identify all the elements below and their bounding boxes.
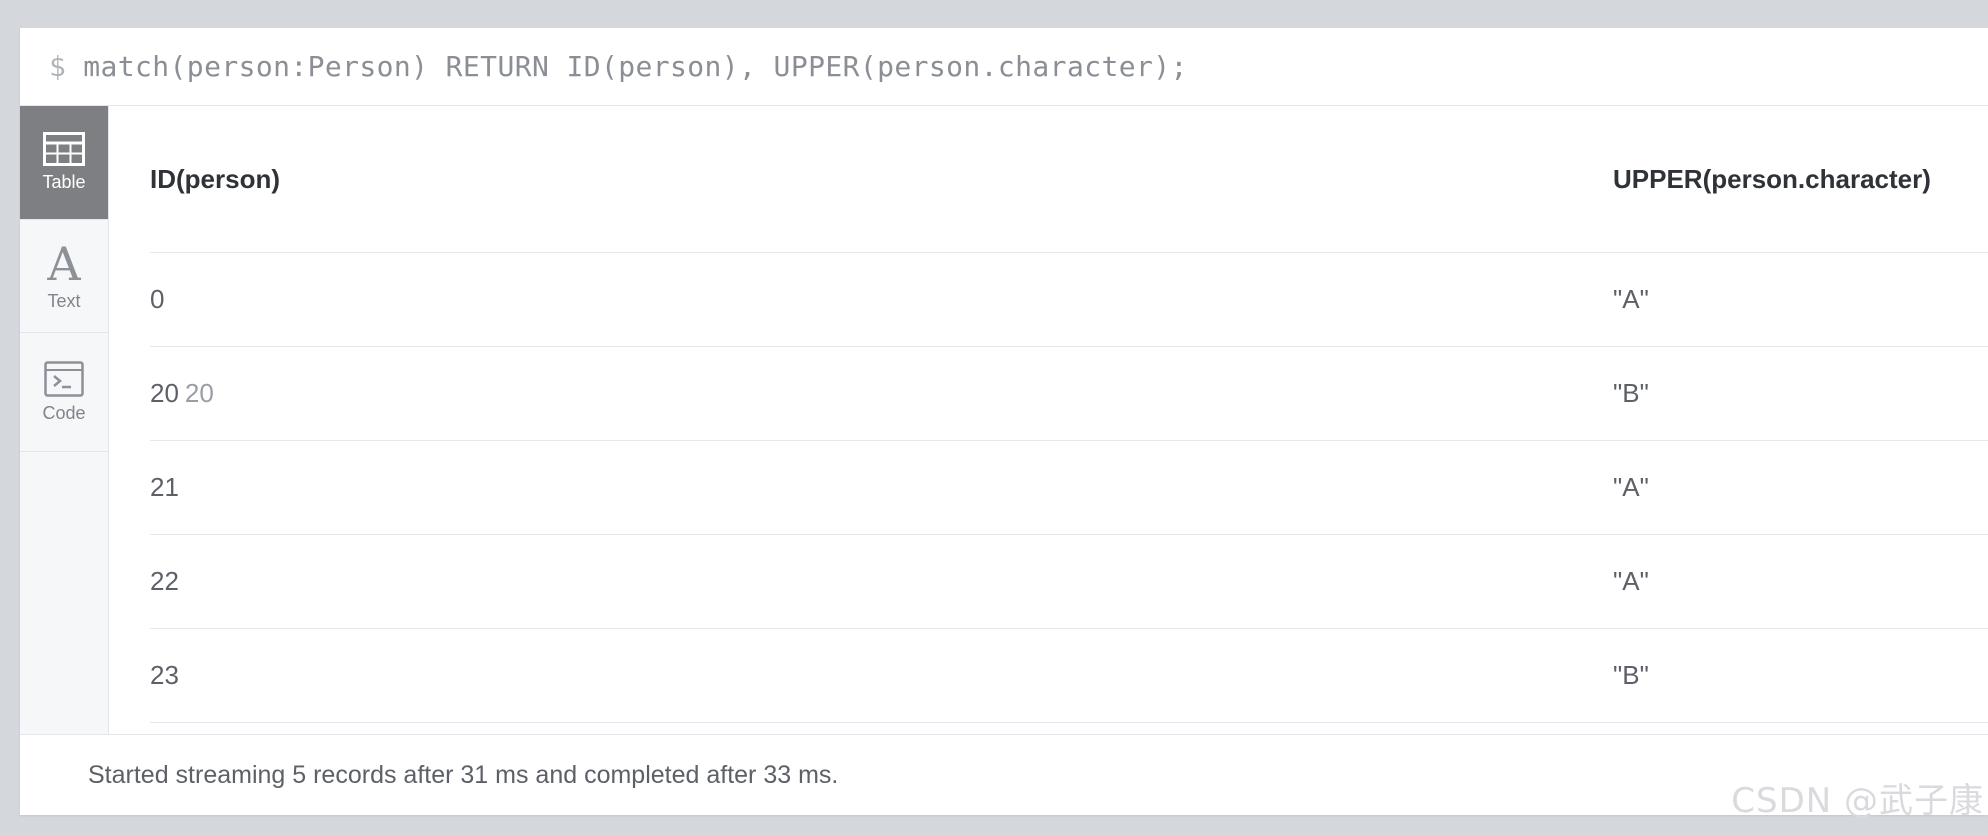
table-header: ID(person) UPPER(person.character) <box>150 106 1988 253</box>
cell-character: "A" <box>1613 566 1649 596</box>
code-icon <box>44 360 84 397</box>
table-row: 0 "A" <box>150 253 1988 347</box>
query-bar[interactable]: $ match(person:Person) RETURN ID(person)… <box>20 28 1988 106</box>
view-mode-sidebar: Table A Text Code <box>20 106 109 734</box>
table-row: 20 20 "B" <box>150 347 1988 441</box>
prompt-symbol: $ <box>49 50 67 83</box>
cell-character: "A" <box>1613 472 1649 502</box>
cell-id-value: 21 <box>150 472 179 502</box>
column-header-id[interactable]: ID(person) <box>150 164 280 195</box>
text-icon: A <box>47 236 81 291</box>
result-frame: $ match(person:Person) RETURN ID(person)… <box>20 28 1988 815</box>
table-row: 22 "A" <box>150 535 1988 629</box>
cell-id-value: 23 <box>150 660 179 690</box>
tab-text[interactable]: A Text <box>20 220 108 333</box>
status-bar: Started streaming 5 records after 31 ms … <box>20 734 1988 815</box>
table-row: 21 "A" <box>150 441 1988 535</box>
cell-id-extra: 20 <box>184 378 214 408</box>
cell-id: 21 <box>150 472 179 503</box>
status-text: Started streaming 5 records after 31 ms … <box>88 760 839 789</box>
cell-character: "B" <box>1613 378 1649 408</box>
cell-id-value: 22 <box>150 566 179 596</box>
cell-character: "A" <box>1613 284 1649 314</box>
cell-id: 0 <box>150 284 164 315</box>
cell-id: 20 20 <box>150 378 214 409</box>
cell-id-value: 0 <box>150 284 165 314</box>
query-text[interactable]: match(person:Person) RETURN ID(person), … <box>83 50 1187 83</box>
cell-id: 23 <box>150 660 179 691</box>
tab-table[interactable]: Table <box>20 106 108 220</box>
tab-table-label: Table <box>42 172 86 192</box>
tab-code-label: Code <box>42 402 86 423</box>
cell-id-value: 20 <box>150 378 179 408</box>
tab-code[interactable]: Code <box>20 333 108 452</box>
table-icon <box>43 132 85 166</box>
cell-character: "B" <box>1613 660 1649 690</box>
table-row: 23 "B" <box>150 629 1988 723</box>
watermark: CSDN @武子康 <box>1731 781 1984 821</box>
results-table: ID(person) UPPER(person.character) 0 "A"… <box>150 106 1988 734</box>
cell-id: 22 <box>150 566 179 597</box>
column-header-character[interactable]: UPPER(person.character) <box>1613 164 1931 195</box>
tab-text-label: Text <box>47 290 81 311</box>
